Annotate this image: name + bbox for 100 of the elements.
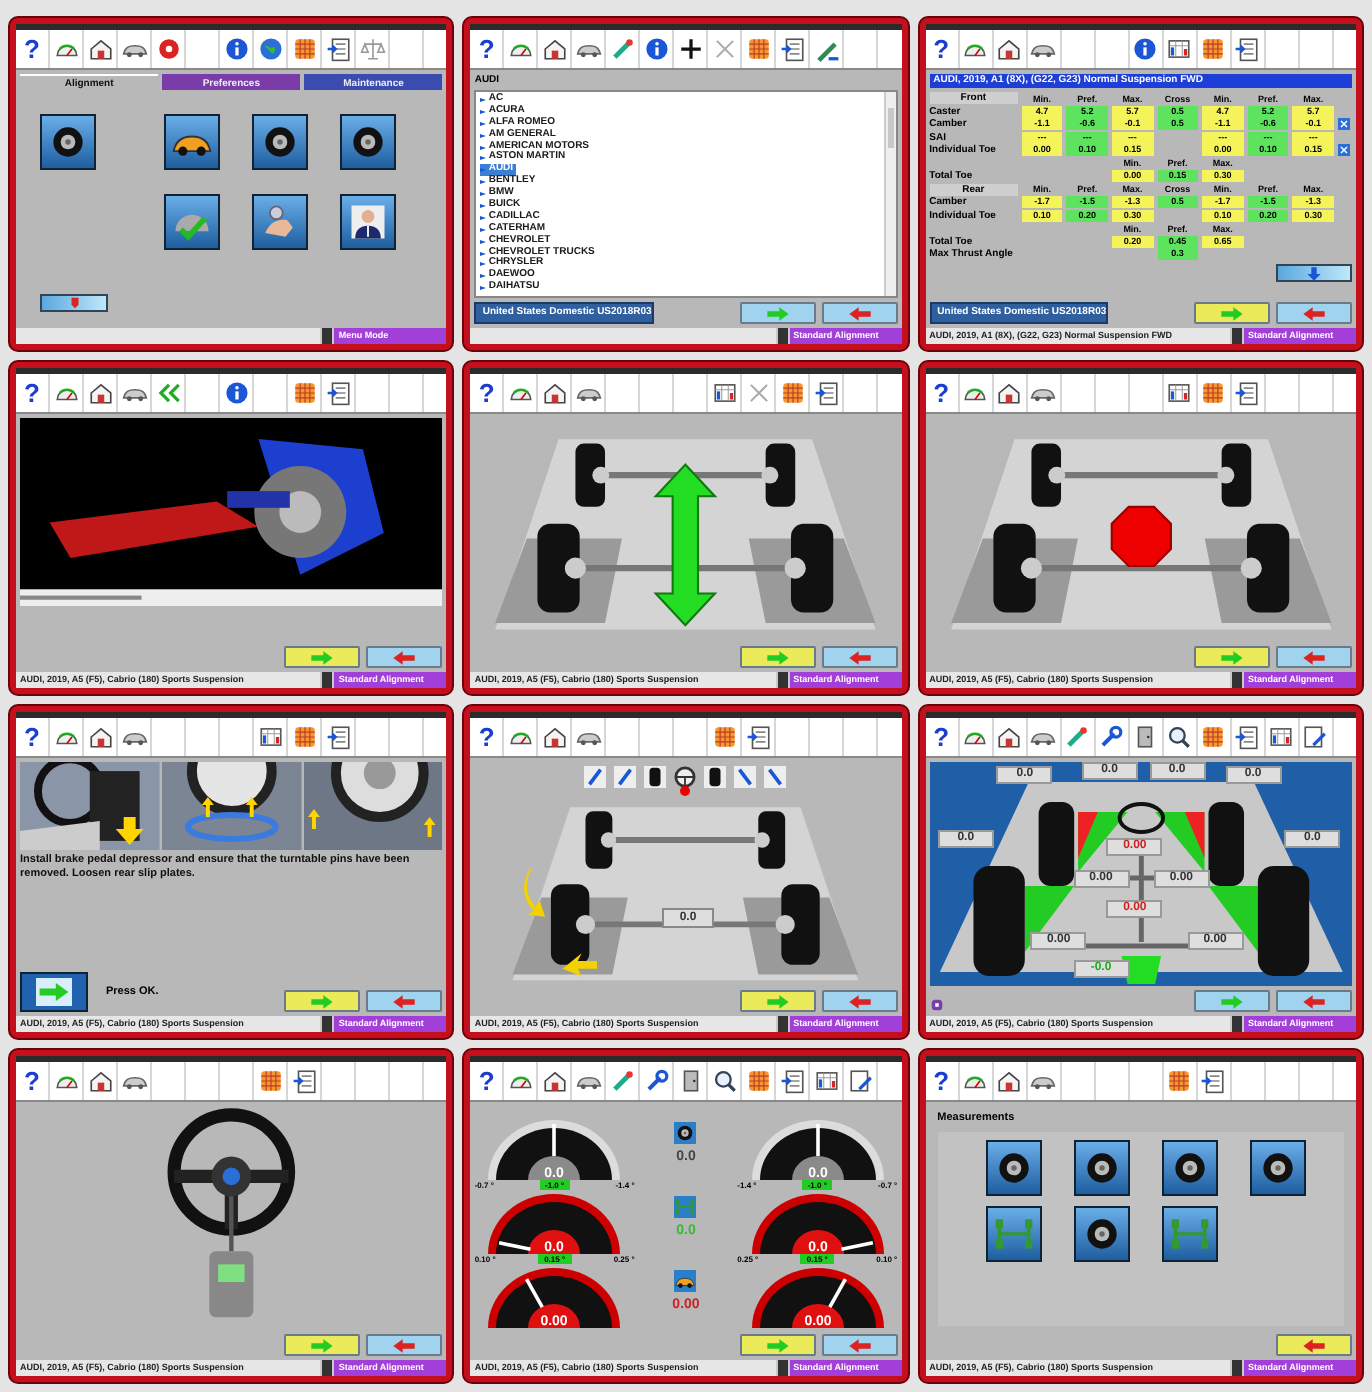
disc-icon[interactable] — [155, 36, 181, 62]
table-icon[interactable] — [1268, 724, 1295, 750]
wrench-icon[interactable] — [643, 1068, 670, 1094]
scrollbar[interactable] — [883, 92, 896, 296]
grid-icon[interactable] — [1200, 36, 1227, 62]
wand-icon[interactable] — [609, 1068, 636, 1094]
grid-icon[interactable] — [779, 380, 806, 406]
grid-icon[interactable] — [745, 36, 772, 62]
info-icon[interactable] — [223, 36, 249, 62]
clipboard-icon[interactable] — [325, 36, 351, 62]
next-button[interactable] — [284, 646, 361, 668]
tire-icon[interactable] — [674, 1122, 697, 1144]
search-icon[interactable] — [1166, 724, 1193, 750]
next-button[interactable] — [739, 302, 816, 324]
back-button[interactable] — [1275, 646, 1352, 668]
clipboard-icon[interactable] — [325, 380, 351, 406]
help-button[interactable]: ? — [925, 30, 960, 68]
help-button[interactable]: ? — [925, 1062, 960, 1100]
back-button[interactable] — [821, 646, 898, 668]
back-button[interactable] — [821, 1334, 898, 1356]
house-icon[interactable] — [996, 36, 1023, 62]
grid-icon[interactable] — [1200, 380, 1227, 406]
back-button[interactable] — [1275, 990, 1352, 1012]
grid-icon[interactable] — [291, 724, 317, 750]
wand-icon[interactable] — [1064, 724, 1091, 750]
grid-icon[interactable] — [1166, 1068, 1193, 1094]
info-icon[interactable] — [1132, 36, 1159, 62]
next-button[interactable] — [1193, 990, 1270, 1012]
next-button[interactable] — [284, 990, 361, 1012]
table-icon[interactable] — [1166, 36, 1193, 62]
help-button[interactable]: ? — [470, 30, 505, 68]
back-button[interactable] — [366, 990, 443, 1012]
info-icon[interactable] — [223, 380, 249, 406]
edit-icon[interactable] — [1302, 724, 1329, 750]
clipboard-icon[interactable] — [779, 1068, 806, 1094]
back-button[interactable] — [821, 990, 898, 1012]
down-button[interactable] — [1275, 264, 1352, 282]
steering-wheel-icon[interactable] — [674, 766, 697, 788]
angle-icon[interactable] — [614, 766, 637, 788]
help-button[interactable]: ? — [470, 1062, 505, 1100]
help-button[interactable]: ? — [470, 374, 505, 412]
house-icon[interactable] — [87, 380, 113, 406]
table-icon[interactable] — [257, 724, 283, 750]
next-button[interactable] — [739, 990, 816, 1012]
house-icon[interactable] — [541, 1068, 568, 1094]
help-button[interactable]: ? — [16, 30, 50, 68]
wrench-icon[interactable] — [1098, 724, 1125, 750]
tool-button[interactable] — [40, 294, 108, 312]
grid-icon[interactable] — [745, 1068, 772, 1094]
clipboard-icon[interactable] — [1234, 380, 1261, 406]
angle-icon[interactable] — [764, 766, 787, 788]
clipboard-icon[interactable] — [745, 724, 772, 750]
clipboard-icon[interactable] — [1234, 36, 1261, 62]
next-button[interactable] — [739, 1334, 816, 1356]
angle-icon[interactable] — [734, 766, 757, 788]
globe-icon[interactable] — [257, 36, 283, 62]
help-button[interactable]: ? — [925, 374, 960, 412]
table-icon[interactable] — [711, 380, 738, 406]
help-button[interactable]: ? — [16, 1062, 50, 1100]
house-icon[interactable] — [87, 36, 113, 62]
ok-button[interactable] — [20, 972, 88, 1012]
clipboard-icon[interactable] — [1200, 1068, 1227, 1094]
help-button[interactable]: ? — [470, 718, 505, 756]
scale-icon[interactable] — [359, 36, 385, 62]
house-icon[interactable] — [541, 380, 568, 406]
grid-icon[interactable] — [257, 1068, 283, 1094]
clipboard-icon[interactable] — [779, 36, 806, 62]
grid-icon[interactable] — [291, 36, 317, 62]
clipboard-icon[interactable] — [1234, 724, 1261, 750]
search-icon[interactable] — [711, 1068, 738, 1094]
help-button[interactable]: ? — [925, 718, 960, 756]
house-icon[interactable] — [541, 36, 568, 62]
house-icon[interactable] — [541, 724, 568, 750]
clipboard-icon[interactable] — [325, 724, 351, 750]
grid-icon[interactable] — [1200, 724, 1227, 750]
clipboard-icon[interactable] — [813, 380, 840, 406]
next-button[interactable] — [1193, 302, 1270, 324]
back-button[interactable] — [1275, 302, 1352, 324]
car-icon[interactable] — [674, 1270, 697, 1292]
grid-icon[interactable] — [291, 380, 317, 406]
back-button[interactable] — [366, 1334, 443, 1356]
adjust-icon[interactable] — [1337, 118, 1350, 130]
edit-icon[interactable] — [847, 1068, 874, 1094]
angle-icon[interactable] — [584, 766, 607, 788]
table-icon[interactable] — [1166, 380, 1193, 406]
grid-icon[interactable] — [711, 724, 738, 750]
house-icon[interactable] — [996, 380, 1023, 406]
house-icon[interactable] — [996, 1068, 1023, 1094]
help-button[interactable]: ? — [16, 374, 50, 412]
next-button[interactable] — [1193, 646, 1270, 668]
info-icon[interactable] — [643, 36, 670, 62]
plus-icon[interactable] — [677, 36, 704, 62]
wand-icon[interactable] — [609, 36, 636, 62]
tire-icon[interactable] — [644, 766, 667, 788]
back-button[interactable] — [366, 646, 443, 668]
house-icon[interactable] — [996, 724, 1023, 750]
table-icon[interactable] — [813, 1068, 840, 1094]
clipboard-icon[interactable] — [291, 1068, 317, 1094]
house-icon[interactable] — [87, 1068, 113, 1094]
help-button[interactable]: ? — [16, 718, 50, 756]
